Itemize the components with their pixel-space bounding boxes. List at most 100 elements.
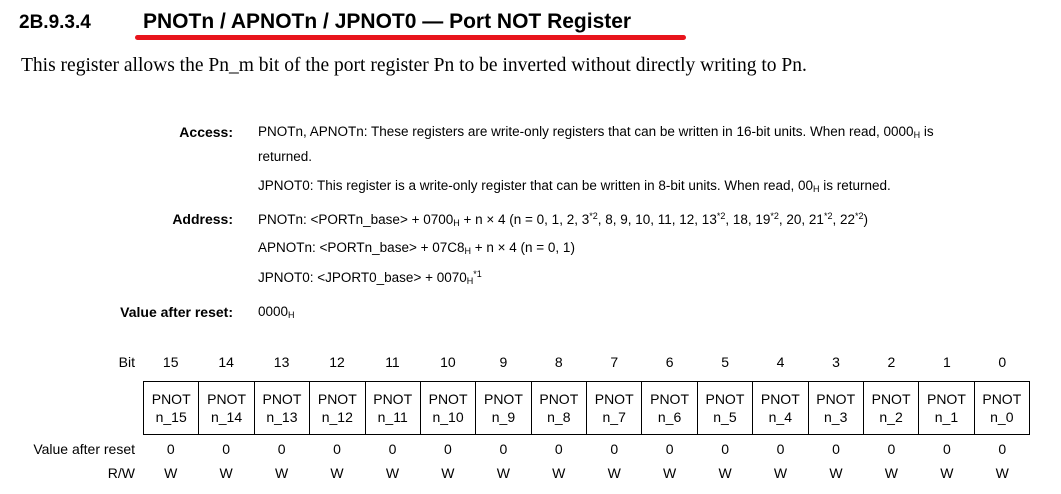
rw-row: WWWWWWWWWWWWWWWW: [143, 465, 1030, 483]
bit-field-cell: PNOT n_4: [753, 382, 809, 434]
bit-reset-value: 0: [998, 441, 1007, 457]
rw-row-label: R/W: [107, 465, 135, 481]
reset-label: Value after reset:: [120, 304, 233, 320]
bit-field-name: n_3: [824, 409, 848, 425]
bit-rw-value: W: [884, 465, 899, 481]
access-label: Access:: [179, 124, 233, 140]
bit-field-name: PNOT: [650, 391, 689, 407]
bit-reset-value: 0: [222, 441, 231, 457]
bit-field-name: PNOT: [262, 391, 302, 407]
bit-field-cell: PNOT n_3: [809, 382, 864, 434]
bit-field-name: PNOT: [428, 391, 468, 407]
bit-field-name: PNOT: [539, 391, 579, 407]
bit-field-name: n_4: [768, 409, 792, 425]
bit-rw-value: W: [940, 465, 954, 481]
bit-row-label: Bit: [118, 354, 135, 370]
bit-field-name: n_7: [602, 409, 626, 425]
bit-reset-value: 0: [388, 441, 397, 457]
bit-rw-value: W: [274, 465, 289, 481]
address-jpnot: JPNOT0: <JPORT0_base> + 0070H*1: [258, 269, 482, 286]
bit-field-name: PNOT: [926, 391, 966, 407]
bit-field-name: n_13: [266, 409, 298, 425]
bit-field-name: n_1: [934, 409, 959, 425]
bit-field-name: n_9: [491, 409, 516, 425]
bit-number: 13: [273, 354, 290, 370]
bit-rw-value: W: [164, 465, 178, 481]
bit-reset-value: 0: [166, 441, 175, 457]
bit-rw-value: W: [552, 465, 566, 481]
bit-field-name: PNOT: [483, 391, 523, 407]
bit-field-name: PNOT: [760, 391, 800, 407]
bit-number: 15: [162, 354, 179, 370]
bit-field-name: PNOT: [816, 391, 856, 407]
bit-rw-value: W: [663, 465, 677, 481]
bit-field-cell: PNOT n_5: [698, 382, 754, 434]
bit-field-cell: PNOT n_10: [421, 382, 477, 434]
bit-number: 12: [329, 354, 345, 370]
bit-field-cell: PNOT n_7: [587, 382, 643, 434]
bit-field-cell: PNOT n_8: [532, 382, 587, 434]
bit-field-name: PNOT: [594, 391, 634, 407]
bit-rw-value: W: [219, 465, 233, 481]
bit-field-name: n_14: [210, 409, 243, 425]
bit-reset-value: 0: [333, 441, 341, 457]
bit-number: 6: [665, 354, 674, 370]
intro-text: This register allows the Pn_m bit of the…: [21, 55, 807, 76]
bit-number: 10: [440, 354, 456, 370]
bit-rw-value: W: [718, 465, 732, 481]
bit-field-name: PNOT: [151, 391, 191, 407]
bit-reset-value: 0: [887, 441, 896, 457]
bit-number: 11: [385, 354, 400, 370]
bit-field-name: PNOT: [982, 391, 1022, 407]
bit-rw-value: W: [330, 465, 344, 481]
bit-field-name: n_0: [990, 409, 1014, 425]
bit-field-name: PNOT: [871, 391, 911, 407]
bit-rw-value: W: [385, 465, 400, 481]
bit-number-row: 15 14 13 12 11 10 9 8 7 6 5 4 3 2 1 0: [143, 354, 1030, 372]
bit-rw-value: W: [995, 465, 1009, 481]
bit-field-cell: PNOT n_13: [255, 382, 311, 434]
bit-number: 1: [942, 354, 951, 370]
access-line-1: PNOTn, APNOTn: These registers are write…: [258, 124, 934, 140]
bit-reset-value: 0: [942, 441, 951, 457]
access-line-2: JPNOT0: This register is a write-only re…: [258, 178, 891, 194]
bit-field-name: PNOT: [373, 391, 413, 407]
bit-rw-value: W: [496, 465, 510, 481]
bit-field-name: n_6: [657, 409, 682, 425]
bit-rw-value: W: [773, 465, 788, 481]
bit-number: 2: [887, 354, 896, 370]
bit-number: 3: [832, 354, 840, 370]
bit-number: 8: [554, 354, 563, 370]
reset-row-label: Value after reset: [33, 441, 135, 457]
bit-field-name: PNOT: [705, 391, 745, 407]
address-apnot: APNOTn: <PORTn_base> + 07C8H + n × 4 (n …: [258, 240, 575, 256]
bit-reset-value: 0: [277, 441, 286, 457]
bit-field-name: n_15: [155, 409, 187, 425]
bit-field-cell: PNOT n_11: [366, 382, 421, 434]
bit-field-cell: PNOT n_15: [144, 382, 200, 434]
bit-field-name: n_2: [879, 409, 903, 425]
bit-number: 0: [998, 354, 1007, 370]
bit-field-cell: PNOT n_9: [476, 382, 532, 434]
bit-field-name: n_11: [377, 409, 408, 425]
bit-reset-value: 0: [444, 441, 452, 457]
bit-field-name: n_5: [713, 409, 737, 425]
bit-field-name: PNOT: [317, 391, 357, 407]
bit-number: 5: [721, 354, 729, 370]
reset-value: 0000H: [258, 304, 295, 320]
bit-rw-value: W: [441, 465, 455, 481]
section-title: PNOTn / APNOTn / JPNOT0 — Port NOT Regis…: [143, 10, 632, 33]
bit-field-name: n_8: [547, 409, 571, 425]
bit-number: 14: [218, 354, 234, 370]
bit-field-name: PNOT: [207, 391, 246, 407]
bit-field-row: PNOT n_15 PNOT n_14 PNOT n_13 PNOT n_12 PNOT n_11…: [143, 381, 1030, 435]
bit-reset-value: 0: [499, 441, 508, 457]
bit-reset-value: 0: [721, 441, 729, 457]
section-number: 2B.9.3.4: [19, 12, 91, 33]
bit-field-cell: PNOT n_0: [975, 382, 1030, 434]
bit-field-cell: PNOT n_1: [919, 382, 975, 434]
bit-number: 4: [776, 354, 785, 370]
bit-number: 9: [499, 354, 508, 370]
bit-field-cell: PNOT n_2: [864, 382, 920, 434]
bit-field-cell: PNOT n_6: [642, 382, 698, 434]
